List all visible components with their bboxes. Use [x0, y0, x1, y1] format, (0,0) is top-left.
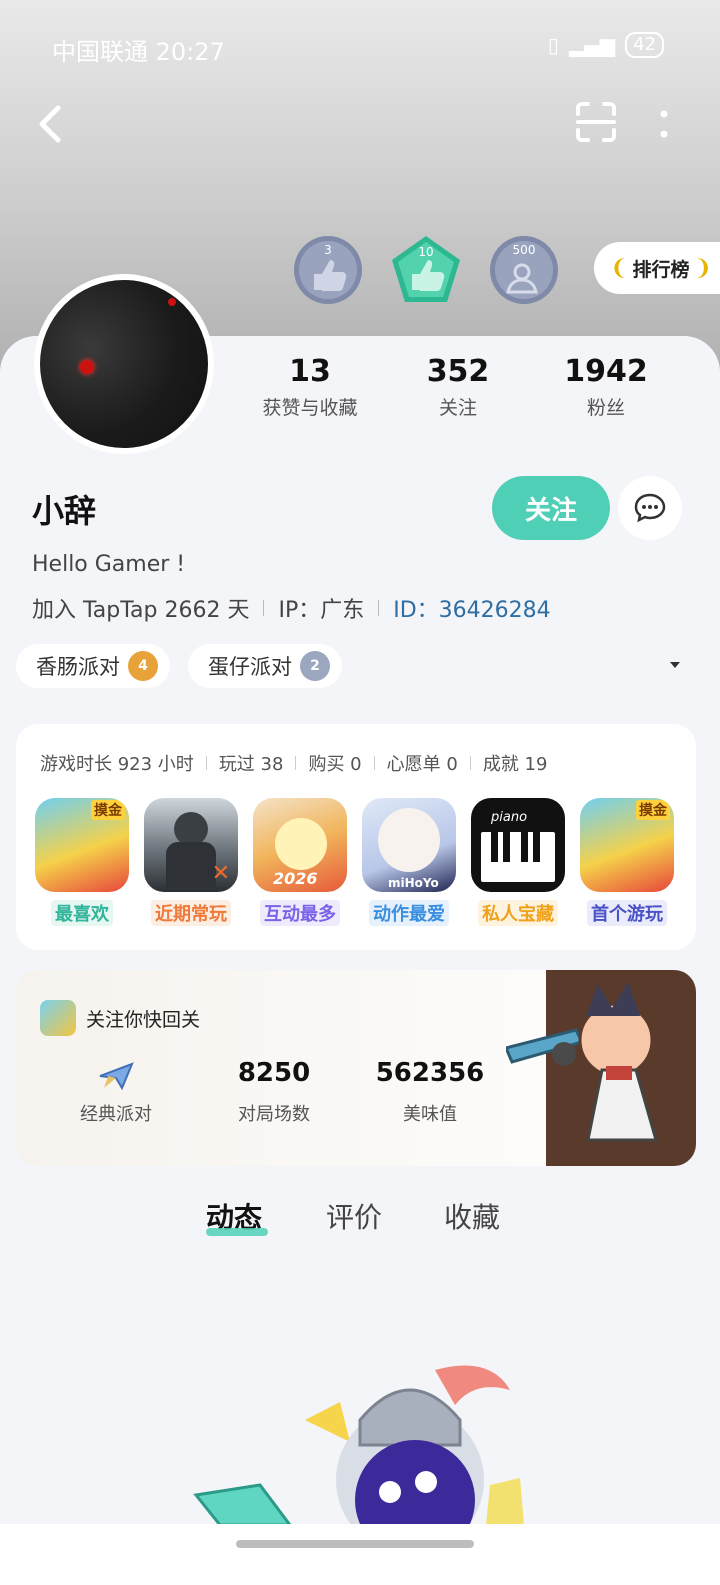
wishlist-count: 心愿单 0	[386, 754, 458, 775]
avatar[interactable]	[34, 274, 214, 454]
airplane-icon	[46, 1058, 186, 1092]
level-badge-icon: 2	[300, 651, 330, 681]
battery-icon: 42	[625, 32, 664, 58]
game-label: 近期常玩	[151, 900, 231, 926]
tag-label: 蛋仔派对	[208, 655, 292, 679]
badge-value: 3	[324, 243, 332, 257]
ip-location: IP：广东	[278, 598, 365, 623]
tab-favorites[interactable]: 收藏	[444, 1196, 500, 1236]
score-label: 美味值	[403, 1104, 457, 1125]
back-arrow-icon[interactable]	[32, 100, 72, 148]
empty-state-knight-illustration	[193, 1365, 524, 1525]
status-icons: ▯ ▂▄▆ 42	[548, 32, 664, 58]
divider	[205, 756, 207, 770]
game-profile-card[interactable]: 关注你快回关 经典派对 8250 对局场数 562356 美味值	[16, 970, 696, 1166]
divider	[378, 600, 380, 616]
laurel-left-icon: ❨	[610, 255, 629, 281]
game-stats-row: 游戏时长 923 小时 玩过 38 购买 0 心愿单 0 成就 19	[40, 750, 547, 776]
badge-likes-3-icon[interactable]: 3	[292, 234, 364, 306]
game-record-card[interactable]: 游戏时长 923 小时 玩过 38 购买 0 心愿单 0 成就 19 摸金 最喜…	[16, 724, 696, 950]
character-artwork	[506, 970, 696, 1166]
matches-label: 对局场数	[238, 1104, 310, 1125]
game-icon-sausage-party: 摸金	[580, 798, 674, 892]
navigation-bar	[0, 1524, 720, 1585]
message-button[interactable]	[618, 476, 682, 540]
status-carrier-time: 中国联通 20:27	[52, 38, 225, 66]
user-id[interactable]: ID：36426284	[393, 592, 550, 624]
game-label: 首个游玩	[587, 900, 667, 926]
bio: Hello Gamer !	[32, 552, 186, 577]
stat-label: 关注	[438, 397, 477, 419]
game-recent[interactable]: ✕ 近期常玩	[143, 798, 239, 926]
game-label: 互动最多	[260, 900, 340, 926]
bought-count: 购买 0	[308, 754, 362, 775]
game-action[interactable]: miHoYo 动作最爱	[361, 798, 457, 926]
join-days: 加入 TapTap 2662 天	[32, 598, 250, 623]
stat-following[interactable]: 352 关注	[388, 354, 528, 420]
badge-value: 500	[513, 243, 536, 257]
party-mode: 经典派对	[46, 1058, 186, 1126]
stat-value: 13	[289, 354, 331, 389]
divider	[263, 600, 265, 616]
home-indicator[interactable]	[236, 1540, 474, 1548]
game-label: 最喜欢	[51, 900, 113, 926]
chat-bubble-icon	[634, 493, 666, 523]
follow-button[interactable]: 关注	[492, 476, 610, 540]
active-tab-indicator	[206, 1228, 268, 1236]
level-badge-icon: 4	[128, 651, 158, 681]
laurel-right-icon: ❩	[693, 255, 712, 281]
game-label: 动作最爱	[369, 900, 449, 926]
game-treasure[interactable]: piano 私人宝藏	[470, 798, 566, 926]
scan-icon[interactable]	[574, 100, 618, 144]
avatar-image	[40, 280, 208, 448]
game-icon-shooter: ✕	[144, 798, 238, 892]
tag-label: 香肠派对	[36, 655, 120, 679]
profile-meta: 加入 TapTap 2662 天 IP：广东 ID：36426284	[32, 592, 551, 624]
game-favorite[interactable]: 摸金 最喜欢	[34, 798, 130, 926]
game-tag-eggy-party[interactable]: 蛋仔派对 2	[188, 644, 342, 688]
badge-users-500-icon[interactable]: 500	[488, 234, 560, 306]
stat-likes[interactable]: 13 获赞与收藏	[240, 354, 380, 420]
party-mode-label: 经典派对	[80, 1104, 152, 1125]
user-id-label: ID：	[393, 598, 439, 623]
game-icon-piano: piano	[471, 798, 565, 892]
game-label: 私人宝藏	[478, 900, 558, 926]
playtime: 游戏时长 923 小时	[40, 754, 194, 775]
user-id-value: 36426284	[438, 598, 551, 623]
party-score: 562356 美味值	[360, 1058, 500, 1126]
stat-label: 获赞与收藏	[262, 397, 358, 419]
party-player-name: 关注你快回关	[86, 1008, 201, 1031]
vibrate-icon: ▯	[547, 33, 559, 57]
more-options-icon[interactable]	[652, 106, 676, 142]
status-bar: 中国联通 20:27 ▯ ▂▄▆ 42	[0, 28, 720, 66]
party-card-title: 关注你快回关	[40, 1000, 200, 1036]
divider	[295, 756, 297, 770]
username: 小辞	[32, 492, 97, 530]
divider	[469, 756, 471, 770]
party-matches: 8250 对局场数	[204, 1058, 344, 1126]
game-icon-sausage-party: 摸金	[35, 798, 129, 892]
badge-likes-10-icon[interactable]: 10	[390, 234, 462, 306]
tab-reviews[interactable]: 评价	[326, 1196, 382, 1236]
signal-icon: ▂▄▆	[568, 33, 616, 57]
stat-followers[interactable]: 1942 粉丝	[536, 354, 676, 420]
game-icon-anime: miHoYo	[362, 798, 456, 892]
stat-value: 1942	[564, 354, 648, 389]
stat-value: 352	[426, 354, 490, 389]
leaderboard-button[interactable]: ❨ 排行榜 ❩	[594, 242, 720, 294]
sausage-party-logo-icon	[40, 1000, 76, 1036]
divider	[373, 756, 375, 770]
played-count: 玩过 38	[218, 754, 284, 775]
game-interaction[interactable]: 2026 互动最多	[252, 798, 348, 926]
badge-value: 10	[418, 245, 433, 259]
game-tag-sausage-party[interactable]: 香肠派对 4	[16, 644, 170, 688]
game-icon-eggy-party: 2026	[253, 798, 347, 892]
chevron-down-icon[interactable]	[668, 658, 682, 672]
score-value: 562356	[375, 1058, 485, 1088]
achievement-count: 成就 19	[482, 754, 548, 775]
game-first[interactable]: 摸金 首个游玩	[579, 798, 675, 926]
leaderboard-label: 排行榜	[632, 258, 690, 281]
stat-label: 粉丝	[586, 397, 625, 419]
matches-value: 8250	[237, 1058, 311, 1088]
